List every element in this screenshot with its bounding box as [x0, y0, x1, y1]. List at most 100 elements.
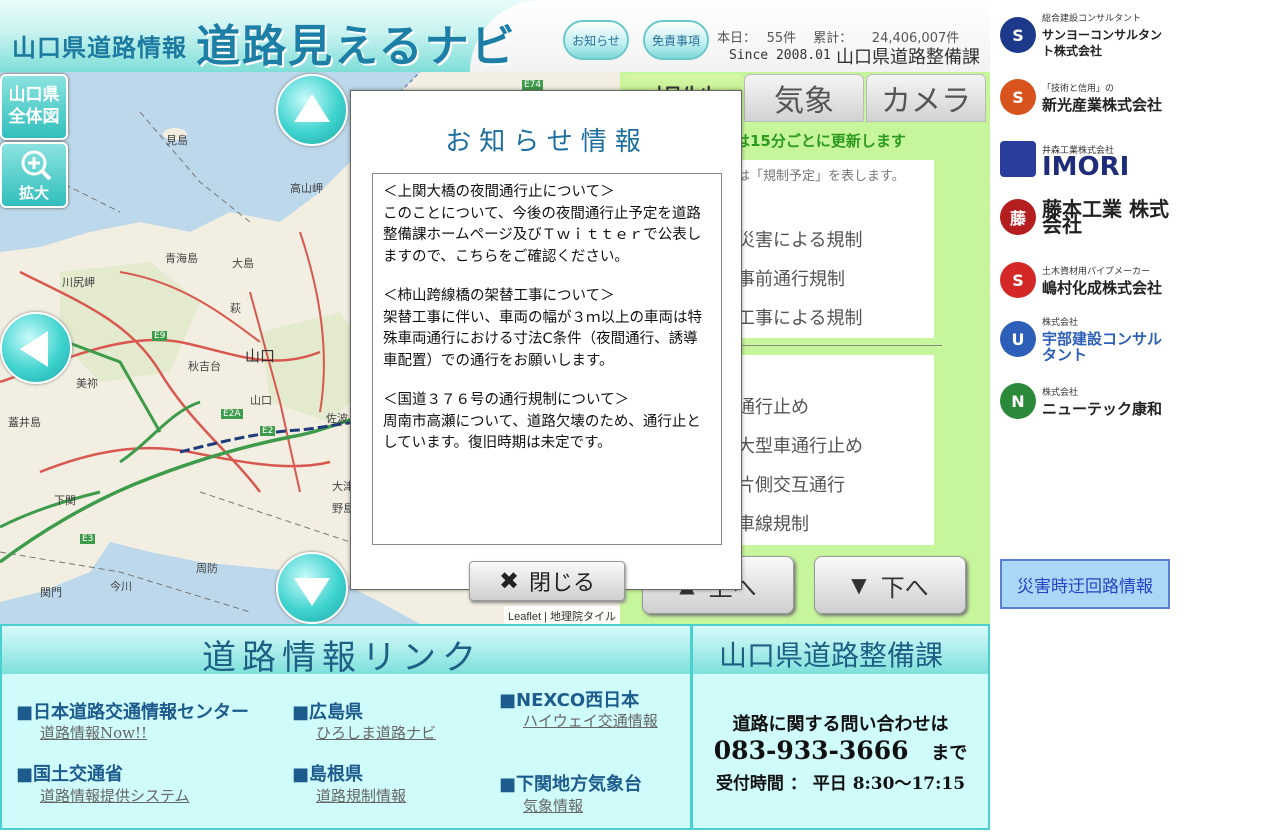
place-label: 山口: [245, 347, 276, 365]
route-shield: E3: [80, 534, 96, 544]
place-label: 山口: [250, 394, 272, 407]
contact-header-title: 山口県道路整備課: [719, 639, 944, 672]
links-header: 道路情報リンク: [2, 626, 690, 678]
sponsor-banner[interactable]: S 総合建設コンサルタント サンヨーコンサルタント株式会社: [1000, 10, 1170, 60]
place-label: 関門: [40, 586, 62, 599]
place-label: 大島: [232, 257, 254, 270]
legend-item: 事前通行規制: [737, 269, 845, 290]
notice-heading: ＜上関大橋の夜間通行止について＞: [383, 184, 615, 200]
link-group-title: ■国土交通省: [16, 764, 124, 785]
sponsor-banner[interactable]: S 「技術と信用」の新光産業株式会社: [1000, 72, 1170, 122]
link-group-title: ■NEXCO西日本: [499, 690, 640, 711]
close-label: 閉じる: [529, 571, 596, 596]
place-label: 萩: [230, 302, 241, 315]
update-note: 像は15分ごとに更新します: [720, 132, 906, 150]
scroll-down-label: 下へ: [880, 573, 929, 602]
map-attribution: Leaflet | 地理院タイル: [504, 606, 621, 624]
scroll-down-button[interactable]: ▼ 下へ: [814, 556, 966, 614]
contact-intro: 道路に関する問い合わせは: [732, 714, 949, 735]
sponsor-logo-icon: U: [1000, 321, 1036, 357]
tab-camera[interactable]: カメラ: [866, 74, 986, 122]
contact-header: 山口県道路整備課: [693, 626, 988, 674]
place-label: 秋吉台: [188, 360, 221, 373]
legend-item: 工事による規制: [737, 308, 863, 329]
sponsor-banner[interactable]: U 株式会社 宇部建設コンサルタント: [1000, 314, 1170, 364]
attribution-separator: |: [541, 611, 551, 623]
legend-item: 災害による規制: [737, 230, 863, 251]
sponsor-banner[interactable]: N 株式会社 ニューテック康和: [1000, 376, 1170, 426]
pan-up-button[interactable]: [276, 74, 348, 146]
legend-divider: [720, 345, 942, 346]
sponsor-banner[interactable]: 藤 藤本工業 株式会社: [1000, 192, 1170, 242]
contact-phone-line: 083-933-3666 まで: [693, 736, 988, 765]
notice-item: ＜国道３７６号の通行規制について＞ 周南市高瀬について、道路欠壊のため、通行止と…: [383, 390, 711, 455]
magnifier-icon: [21, 150, 52, 181]
legend-item: 大型車通行止め: [737, 436, 863, 457]
notice-list[interactable]: ＜上関大橋の夜間通行止について＞ このことについて、今後の夜間通行止予定を道路整…: [372, 173, 722, 545]
notice-button[interactable]: お知らせ: [563, 20, 629, 60]
triangle-down-icon: ▼: [851, 573, 867, 597]
sponsor-tagline: 「技術と信用」の: [1042, 84, 1115, 94]
close-dialog-button[interactable]: ✖ 閉じる: [469, 561, 625, 601]
legend-item: 通行止め: [737, 397, 809, 418]
sponsor-name: ニューテック康和: [1042, 400, 1163, 418]
sponsor-logo-icon: 藤: [1000, 199, 1036, 235]
sponsor-tagline: 土木資材用パイプメーカー: [1042, 267, 1151, 277]
legend-item: 片側交互通行: [737, 475, 845, 496]
zoom-in-button[interactable]: 拡大: [0, 142, 68, 208]
since-date: Since 2008.01: [729, 48, 831, 63]
site-title-logo: 道路見えるナビ: [196, 21, 517, 72]
sponsor-banner[interactable]: S 土木資材用パイプメーカー嶋村化成株式会社: [1000, 255, 1170, 305]
place-label: 見島: [166, 134, 188, 147]
links-header-title: 道路情報リンク: [202, 638, 482, 678]
sponsor-name: 嶋村化成株式会社: [1042, 279, 1163, 297]
route-shield: E74: [522, 80, 544, 90]
contact-phone: 083-933-3666: [713, 736, 909, 765]
place-label: 高山岬: [290, 182, 323, 195]
notice-item: ＜柿山跨線橋の架替工事について＞ 架替工事に伴い、車両の幅が３ｍ以上の車両は特殊…: [383, 286, 711, 372]
notice-heading: ＜国道３７６号の通行規制について＞: [383, 392, 630, 408]
notice-text: 架替工事に伴い、車両の幅が３ｍ以上の車両は特殊車両通行における寸法C条件（夜間通…: [383, 309, 702, 369]
route-shield: E2: [260, 426, 276, 436]
sponsor-tagline: 株式会社: [1042, 318, 1079, 328]
link-shimane-regulation[interactable]: 道路規制情報: [316, 785, 406, 806]
sponsor-banner[interactable]: 井森工業株式会社 IMORI: [1000, 134, 1170, 184]
notice-heading: ＜柿山跨線橋の架替工事について＞: [383, 288, 615, 304]
link-weather-info[interactable]: 気象情報: [523, 795, 583, 816]
sponsor-logo-icon: S: [1000, 79, 1036, 115]
sponsor-name: 新光産業株式会社: [1042, 96, 1163, 114]
disaster-detour-button[interactable]: 災害時迂回路情報: [1000, 559, 1170, 609]
legend-item: 車線規制: [737, 514, 809, 535]
notice-text: 周南市高瀬について、道路欠壊のため、通行止としています。復旧時期は未定です。: [383, 413, 701, 452]
sponsor-tagline: 総合建設コンサルタント: [1042, 14, 1142, 24]
gsi-tile-link[interactable]: 地理院タイル: [550, 611, 616, 623]
sponsor-name: IMORI: [1042, 152, 1130, 182]
link-road-info-now[interactable]: 道路情報Now!!: [40, 722, 147, 743]
sponsor-tagline: 株式会社: [1042, 388, 1079, 398]
leaflet-link[interactable]: Leaflet: [508, 611, 541, 623]
arrow-down-icon: [294, 578, 330, 606]
pan-left-button[interactable]: [0, 312, 72, 384]
place-label: 川尻岬: [62, 276, 95, 289]
route-shield: E9: [152, 331, 168, 341]
notice-dialog: お知らせ情報 ＜上関大橋の夜間通行止について＞ このことについて、今後の夜間通行…: [350, 90, 742, 601]
link-group-title: ■島根県: [292, 764, 364, 785]
contact-phone-suffix: まで: [931, 743, 968, 764]
place-label: 美祢: [76, 377, 98, 390]
pan-down-button[interactable]: [276, 552, 348, 624]
zoom-in-label: 拡大: [18, 184, 49, 202]
place-label: 周防: [196, 562, 218, 575]
contact-box: 山口県道路整備課 道路に関する問い合わせは 083-933-3666 まで 受付…: [692, 624, 990, 830]
link-highway-traffic[interactable]: ハイウェイ交通情報: [499, 710, 659, 732]
route-shield: E2A: [221, 409, 243, 419]
legend-note: は「規制予定」を表します。: [737, 169, 905, 184]
disclaimer-button[interactable]: 免責事項: [643, 20, 709, 60]
sponsor-logo-icon: S: [1000, 262, 1036, 298]
tab-weather[interactable]: 気象: [744, 74, 864, 122]
link-mlit-system[interactable]: 道路情報提供システム: [40, 785, 190, 806]
place-label: 下関: [54, 494, 76, 507]
arrow-left-icon: [20, 331, 48, 367]
link-hiroshima-navi[interactable]: ひろしま道路ナビ: [316, 722, 436, 743]
prefecture-overview-button[interactable]: 山口県 全体図: [0, 74, 68, 140]
notice-text: このことについて、今後の夜間通行止予定を道路整備課ホームページ及びＴｗｉｔｔｅｒ…: [383, 205, 702, 265]
